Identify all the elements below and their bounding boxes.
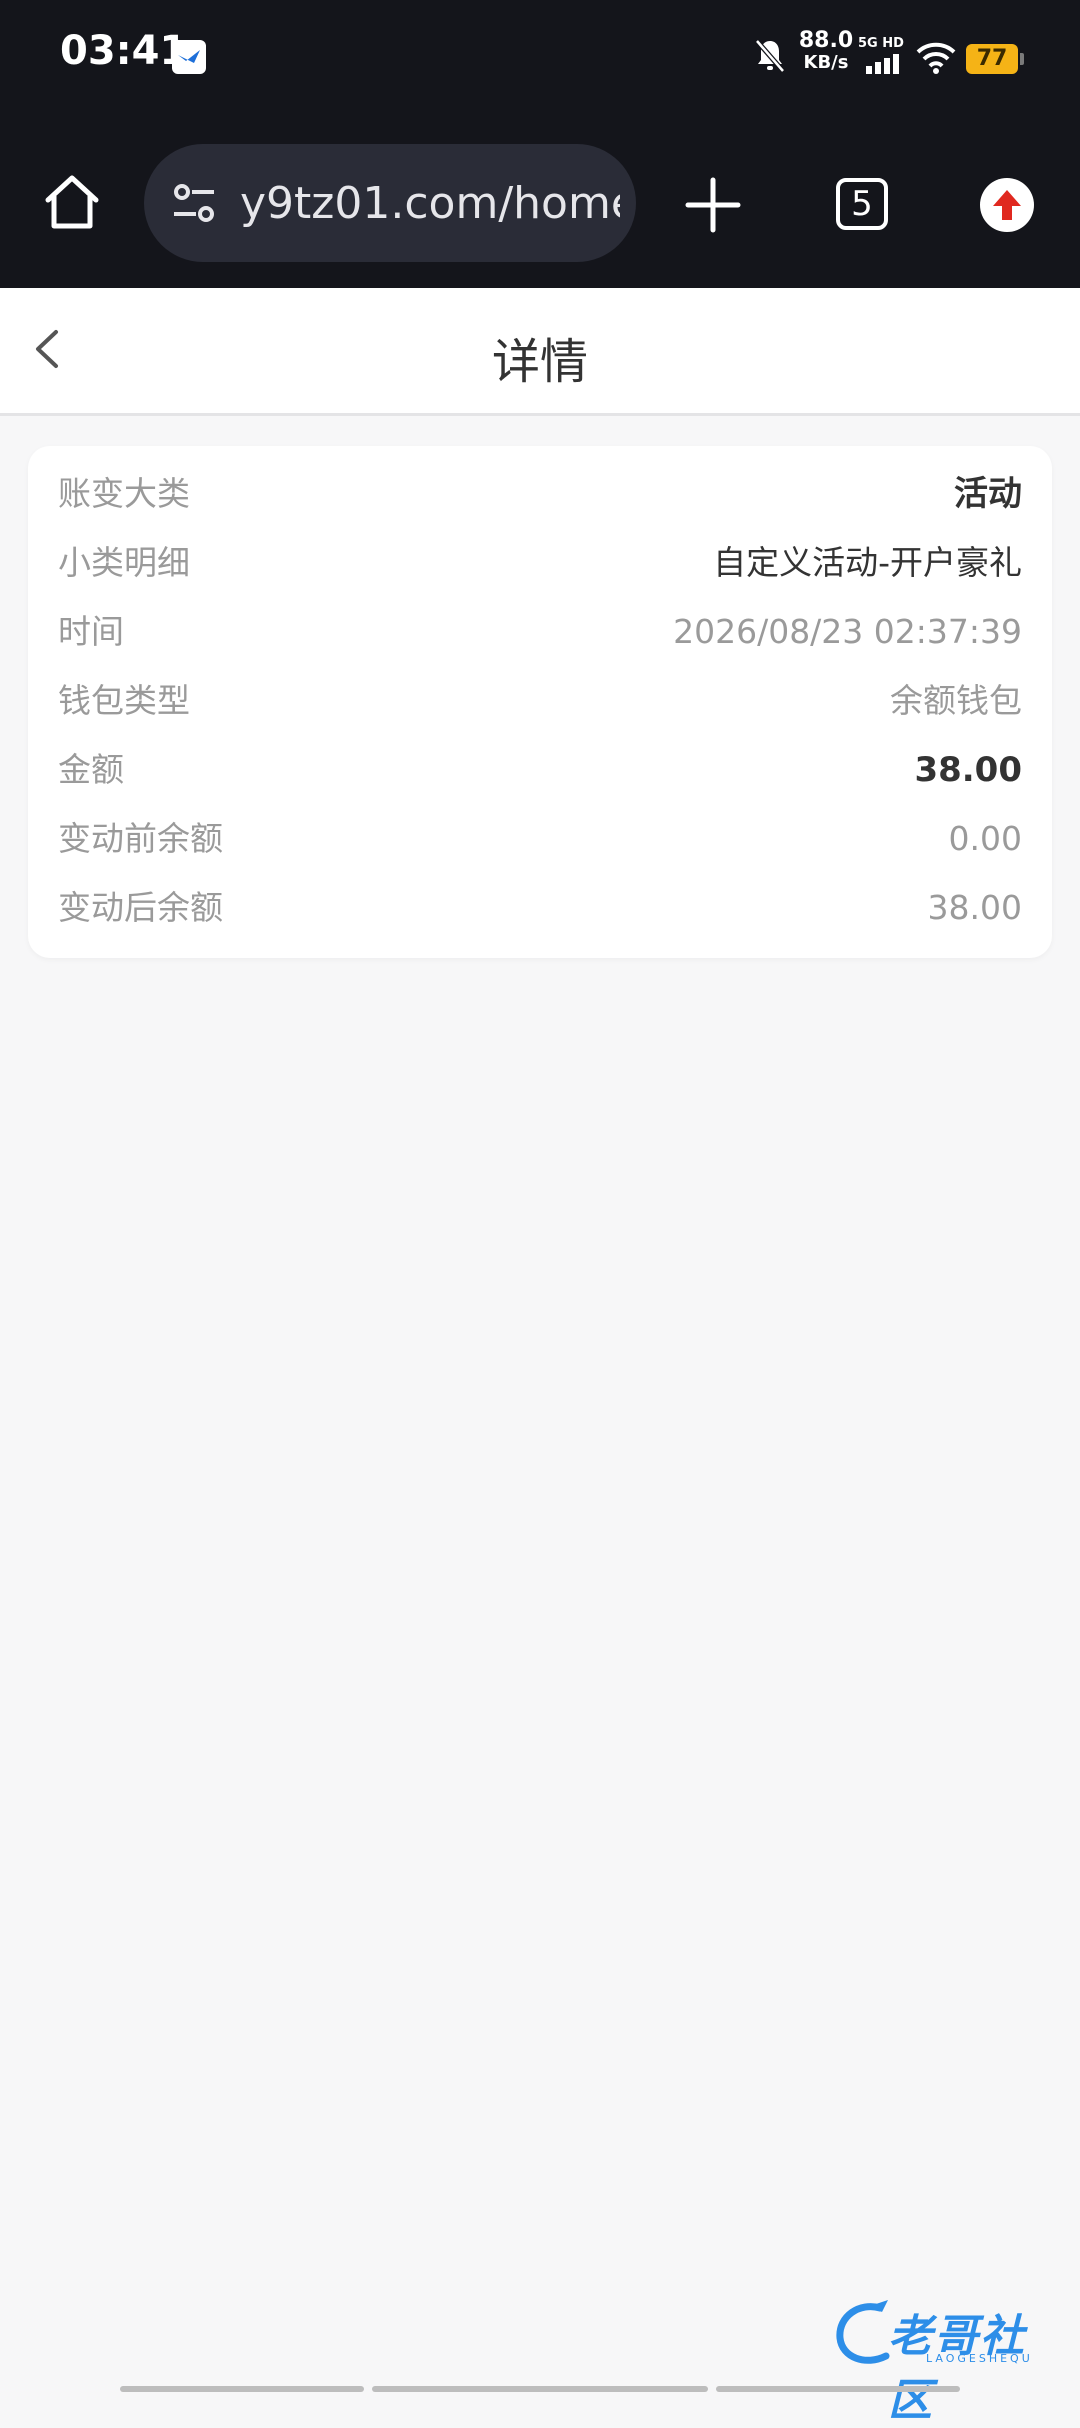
detail-value: 38.00 <box>927 888 1022 927</box>
nav-handle <box>120 2386 364 2392</box>
network-speed: 88.0 KB/s <box>798 28 854 74</box>
detail-label: 小类明细 <box>58 543 190 582</box>
detail-label: 金额 <box>58 750 124 789</box>
site-settings-icon[interactable] <box>170 182 218 224</box>
detail-value: 自定义活动-开户豪礼 <box>713 543 1022 582</box>
detail-card: 账变大类 活动 小类明细 自定义活动-开户豪礼 时间 2026/08/23 02… <box>28 446 1052 958</box>
detail-row-balance-before: 变动前余额 0.00 <box>58 809 1022 869</box>
detail-row-balance-after: 变动后余额 38.00 <box>58 878 1022 938</box>
detail-value: 余额钱包 <box>890 681 1022 720</box>
update-button[interactable] <box>980 178 1034 232</box>
detail-row-category: 账变大类 活动 <box>58 464 1022 524</box>
notification-app-icon <box>172 40 206 74</box>
detail-row-wallet-type: 钱包类型 余额钱包 <box>58 671 1022 731</box>
status-time: 03:41 <box>60 28 188 74</box>
watermark-subtext: LAOGESHEQU <box>926 2352 1033 2365</box>
detail-label: 钱包类型 <box>58 681 190 720</box>
detail-row-amount: 金额 38.00 <box>58 740 1022 800</box>
nav-handle <box>372 2386 708 2392</box>
detail-label: 时间 <box>58 612 124 651</box>
detail-label: 账变大类 <box>58 474 190 513</box>
detail-value: 活动 <box>954 474 1022 514</box>
url-text[interactable]: y9tz01.com/home <box>240 178 620 229</box>
detail-row-time: 时间 2026/08/23 02:37:39 <box>58 602 1022 662</box>
detail-row-subcategory: 小类明细 自定义活动-开户豪礼 <box>58 533 1022 593</box>
address-bar[interactable]: y9tz01.com/home <box>144 144 636 262</box>
nav-handle <box>716 2386 960 2392</box>
gesture-nav-bar <box>0 2386 1080 2394</box>
battery-indicator: 77 <box>966 44 1024 74</box>
detail-value: 2026/08/23 02:37:39 <box>673 612 1022 651</box>
status-bar: 03:41 88.0 KB/s 5G HD 77 <box>0 0 1080 120</box>
bell-muted-icon <box>755 39 785 73</box>
browser-toolbar: y9tz01.com/home 5 <box>0 120 1080 288</box>
arrow-up-icon <box>993 190 1021 220</box>
network-type-label: 5G HD <box>858 36 904 51</box>
watermark-logo: 老哥社区 LAOGESHEQU <box>830 2298 1070 2426</box>
detail-value: 0.00 <box>948 819 1022 858</box>
page-header: 详情 <box>0 288 1080 416</box>
home-icon[interactable] <box>40 170 104 234</box>
cell-signal-icon <box>866 54 899 74</box>
detail-label: 变动前余额 <box>58 819 223 858</box>
wifi-icon <box>916 42 956 74</box>
detail-value: 38.00 <box>914 750 1022 790</box>
page-title: 详情 <box>491 334 588 390</box>
detail-label: 变动后余额 <box>58 888 223 927</box>
tab-switcher-button[interactable]: 5 <box>836 178 888 230</box>
new-tab-plus-icon[interactable] <box>684 176 742 234</box>
